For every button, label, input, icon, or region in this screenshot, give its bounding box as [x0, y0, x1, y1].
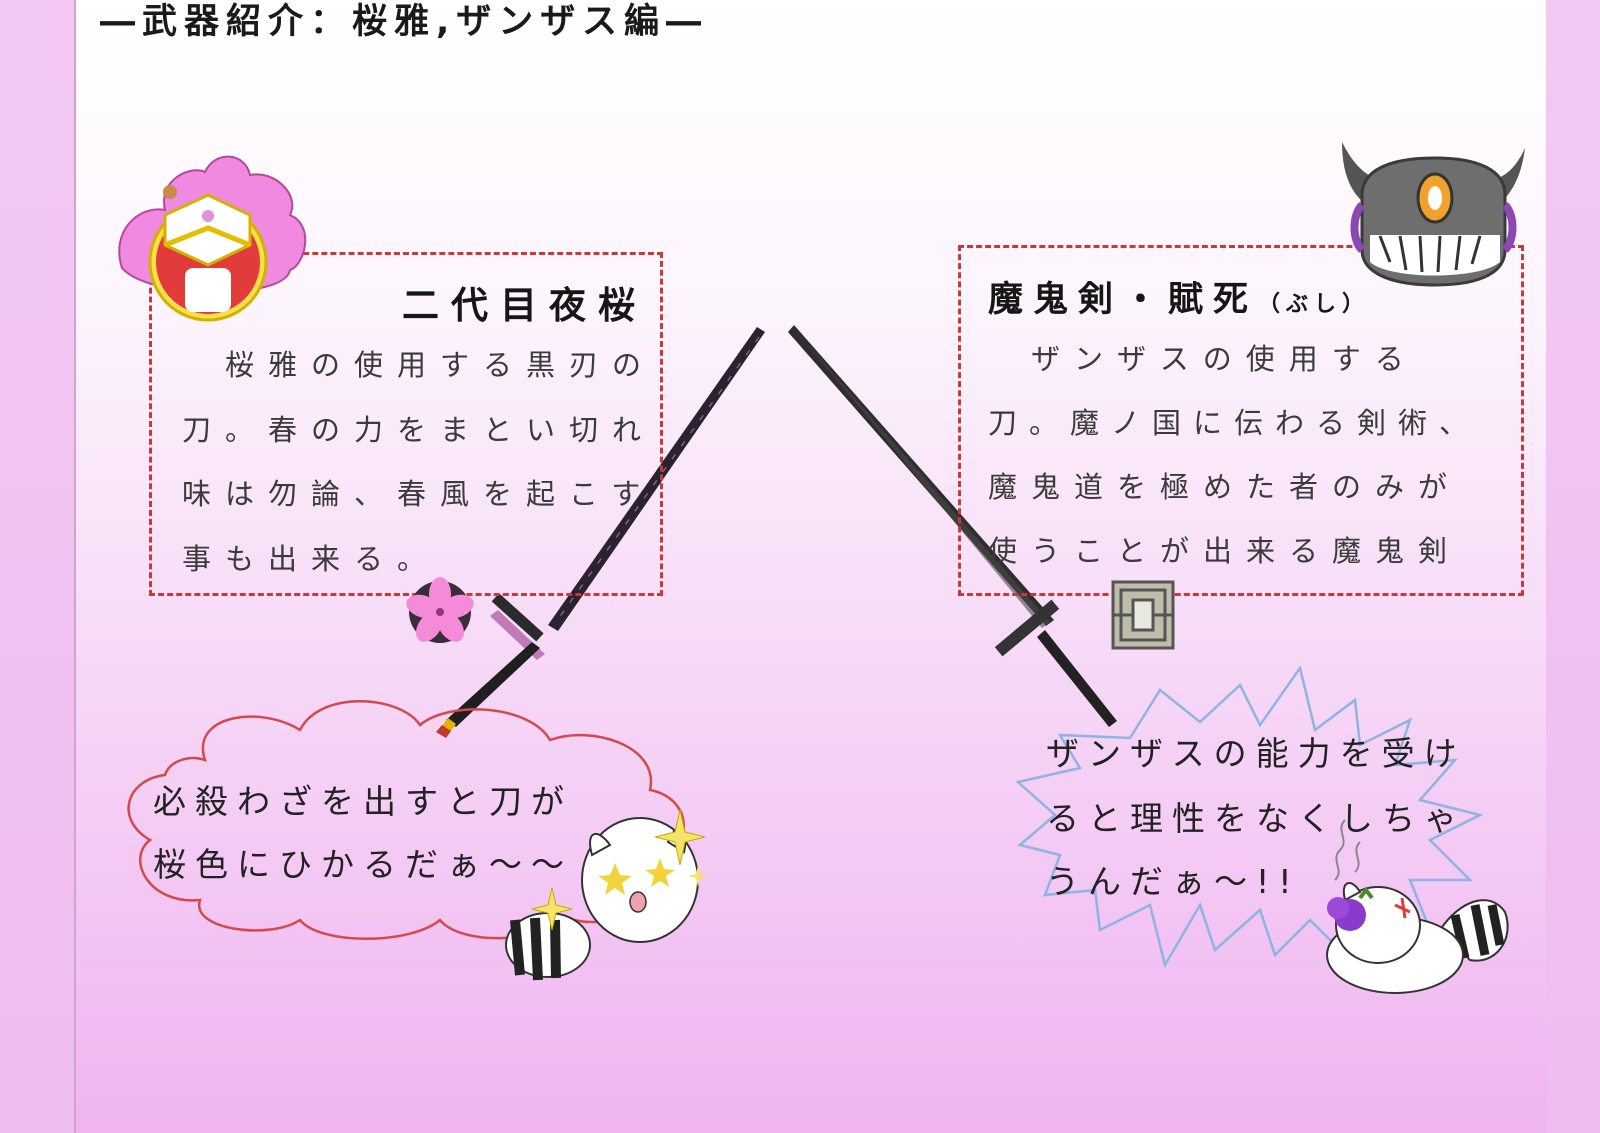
horned-helmet-mascot-icon: [1342, 142, 1525, 287]
raccoon-sparkle-mascot-icon: [505, 809, 708, 981]
sakura-helmet-mascot-icon: [118, 155, 307, 322]
left-comment-line-2: 桜色にひかるだぁ～～: [153, 845, 573, 884]
right-comment-line-3: うんだぁ～!!: [1046, 862, 1301, 901]
sakura-flower-icon: [406, 577, 474, 643]
raccoon-angry-mascot-icon: [1326, 819, 1509, 994]
right-comment-line-2: ると理性をなくしちゃ: [1046, 799, 1466, 838]
left-comment-line-1: 必殺わざを出すと刀が: [153, 782, 573, 821]
decorations-layer: [118, 142, 1525, 994]
right-comment-line-1: ザンザスの能力を受け: [1046, 734, 1466, 773]
square-crest-icon: [1111, 580, 1175, 650]
